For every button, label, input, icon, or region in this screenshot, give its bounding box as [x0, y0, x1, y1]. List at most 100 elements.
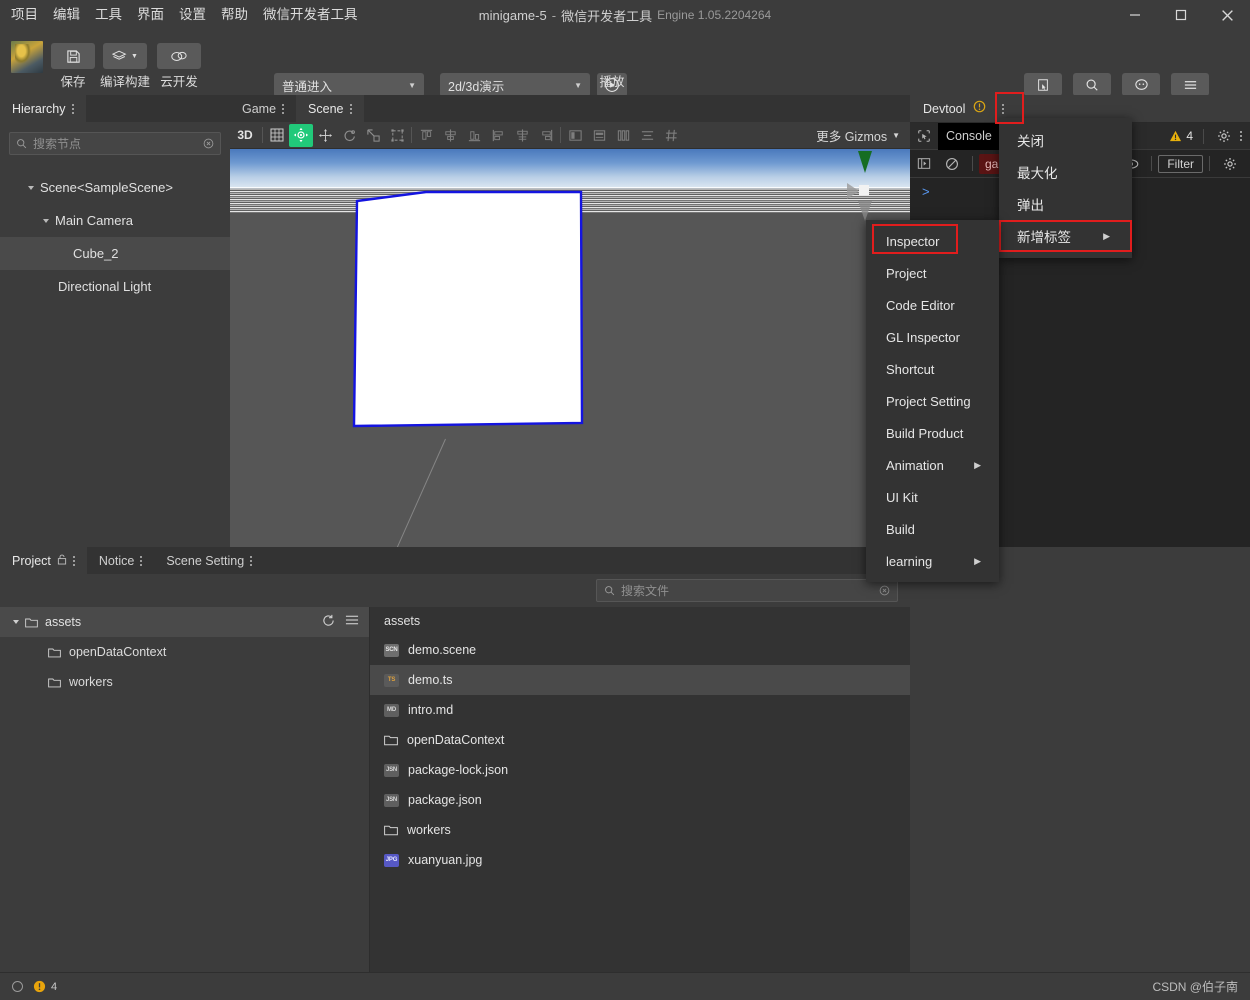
- kebab-menu-icon[interactable]: [349, 103, 352, 114]
- rect-icon[interactable]: [385, 124, 409, 147]
- chevron-down-icon[interactable]: [43, 218, 49, 223]
- help-button[interactable]: [1122, 73, 1160, 96]
- status-indicator-icon[interactable]: [12, 981, 23, 992]
- file-row[interactable]: JSN package.json: [370, 785, 910, 815]
- lock-icon[interactable]: [57, 554, 67, 568]
- align-right-icon[interactable]: [534, 124, 558, 147]
- snap-icon[interactable]: [659, 124, 683, 147]
- submenu-item-build[interactable]: Build: [866, 513, 999, 545]
- hamburger-icon[interactable]: [345, 614, 359, 630]
- file-row[interactable]: SCN demo.scene: [370, 635, 910, 665]
- file-row[interactable]: MD intro.md: [370, 695, 910, 725]
- devtool-warning-count[interactable]: 4: [1169, 129, 1197, 143]
- tab-notice[interactable]: Notice: [86, 547, 155, 574]
- submenu-item-inspector[interactable]: Inspector: [866, 225, 999, 257]
- submenu-item-ui-kit[interactable]: UI Kit: [866, 481, 999, 513]
- cube-2-object[interactable]: [230, 149, 910, 529]
- kebab-menu-icon[interactable]: [72, 555, 75, 566]
- devtool-kebab-menu-icon[interactable]: [1002, 103, 1005, 114]
- kebab-menu-icon[interactable]: [1240, 131, 1242, 141]
- tab-game[interactable]: Game: [230, 95, 297, 122]
- submenu-item-shortcut[interactable]: Shortcut: [866, 353, 999, 385]
- submenu-item-gl-inspector[interactable]: GL Inspector: [866, 321, 999, 353]
- submenu-item-build-product[interactable]: Build Product: [866, 417, 999, 449]
- submenu-item-learning[interactable]: learning ▶: [866, 545, 999, 577]
- tab-scene-setting[interactable]: Scene Setting: [154, 547, 265, 574]
- tree-item-opendatacontext[interactable]: openDataContext: [0, 637, 369, 667]
- details-button[interactable]: [1171, 73, 1209, 96]
- rows-icon[interactable]: [611, 124, 635, 147]
- kebab-menu-icon[interactable]: [250, 555, 253, 566]
- toggle-3d-button[interactable]: 3D: [230, 128, 260, 142]
- kebab-menu-icon[interactable]: [282, 103, 285, 114]
- inspect-element-icon[interactable]: [910, 123, 938, 149]
- rotate-icon[interactable]: [337, 124, 361, 147]
- console-filter-input[interactable]: Filter: [1158, 154, 1203, 173]
- menu-item-interface[interactable]: 界面: [137, 0, 164, 30]
- hierarchy-node-directional-light[interactable]: Directional Light: [0, 270, 230, 303]
- align-center-v-icon[interactable]: [438, 124, 462, 147]
- file-row[interactable]: openDataContext: [370, 725, 910, 755]
- menu-item-maximize[interactable]: 最大化: [999, 156, 1132, 188]
- menu-item-wechat-devtools[interactable]: 微信开发者工具: [263, 0, 358, 30]
- align-bottom-icon[interactable]: [462, 124, 486, 147]
- translate-icon[interactable]: [313, 124, 337, 147]
- console-sidebar-icon[interactable]: [910, 151, 938, 177]
- maximize-icon[interactable]: [1158, 0, 1204, 30]
- tab-scene[interactable]: Scene: [296, 95, 364, 122]
- cloud-dev-button[interactable]: [157, 43, 201, 69]
- menu-item-project[interactable]: 项目: [11, 0, 38, 30]
- project-thumbnail[interactable]: [11, 41, 43, 73]
- move-gizmo-icon[interactable]: [289, 123, 313, 147]
- grid-icon[interactable]: [265, 124, 289, 147]
- tab-project[interactable]: Project: [0, 547, 87, 574]
- gear-icon[interactable]: [1216, 151, 1244, 177]
- tree-root-assets[interactable]: assets: [0, 607, 369, 637]
- tab-devtool-label[interactable]: Devtool: [923, 102, 965, 116]
- preview-select[interactable]: 2d/3d演示 ▼: [440, 73, 590, 97]
- hierarchy-node-main-camera[interactable]: Main Camera: [0, 204, 230, 237]
- scale-icon[interactable]: [361, 124, 385, 147]
- scene-viewport[interactable]: [230, 149, 910, 547]
- align-left-icon[interactable]: [486, 124, 510, 147]
- align-center-h-icon[interactable]: [510, 124, 534, 147]
- file-row[interactable]: workers: [370, 815, 910, 845]
- menu-item-popout[interactable]: 弹出: [999, 188, 1132, 220]
- mode-select[interactable]: 普通进入 ▼: [274, 73, 424, 97]
- menu-item-help[interactable]: 帮助: [221, 0, 248, 30]
- kebab-menu-icon[interactable]: [140, 555, 143, 566]
- align-top-icon[interactable]: [414, 124, 438, 147]
- tab-hierarchy[interactable]: Hierarchy: [0, 95, 86, 122]
- menu-item-tools[interactable]: 工具: [95, 0, 122, 30]
- submenu-item-project-setting[interactable]: Project Setting: [866, 385, 999, 417]
- clear-console-icon[interactable]: [938, 151, 966, 177]
- project-search-input[interactable]: 搜索文件: [596, 579, 898, 602]
- chevron-down-icon[interactable]: [13, 620, 19, 624]
- gear-icon[interactable]: [1210, 123, 1238, 149]
- save-button[interactable]: [51, 43, 95, 69]
- distribute-h-icon[interactable]: [563, 124, 587, 147]
- menu-item-settings[interactable]: 设置: [179, 0, 206, 30]
- build-button[interactable]: ▼: [103, 43, 147, 69]
- tree-item-workers[interactable]: workers: [0, 667, 369, 697]
- hierarchy-search-input[interactable]: 搜索节点: [9, 132, 221, 155]
- gizmos-dropdown[interactable]: 更多 Gizmos ▼: [816, 126, 900, 145]
- device-button[interactable]: [1024, 73, 1062, 96]
- submenu-item-code-editor[interactable]: Code Editor: [866, 289, 999, 321]
- file-row[interactable]: JPG xuanyuan.jpg: [370, 845, 910, 875]
- minimize-icon[interactable]: [1112, 0, 1158, 30]
- status-warning[interactable]: 4: [33, 980, 57, 993]
- menu-item-edit[interactable]: 编辑: [53, 0, 80, 30]
- submenu-item-project[interactable]: Project: [866, 257, 999, 289]
- hierarchy-node-cube-2[interactable]: Cube_2: [0, 237, 230, 270]
- search-button[interactable]: [1073, 73, 1111, 96]
- submenu-item-animation[interactable]: Animation ▶: [866, 449, 999, 481]
- refresh-icon[interactable]: [322, 614, 335, 630]
- chevron-down-icon[interactable]: [28, 185, 34, 190]
- menu-item-close[interactable]: 关闭: [999, 124, 1132, 156]
- hierarchy-node-scene[interactable]: Scene<SampleScene>: [0, 171, 230, 204]
- close-icon[interactable]: [1204, 0, 1250, 30]
- menu-item-add-tab[interactable]: 新增标签 ▶: [999, 220, 1132, 252]
- file-row[interactable]: JSN package-lock.json: [370, 755, 910, 785]
- tab-console[interactable]: Console: [938, 122, 1000, 150]
